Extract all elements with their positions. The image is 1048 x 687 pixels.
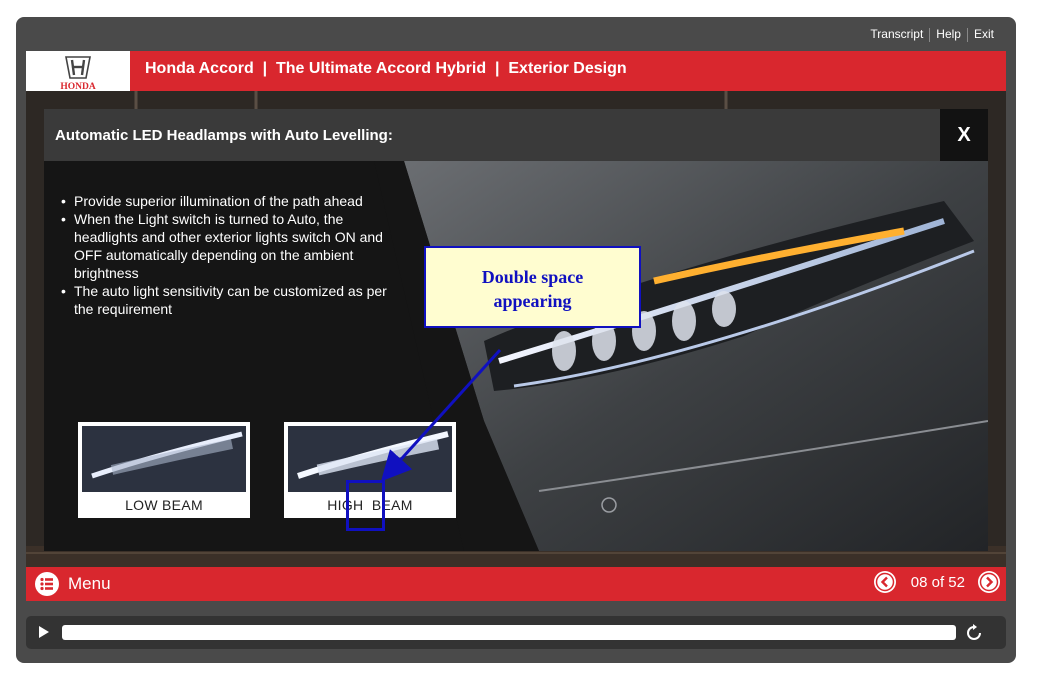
popup-titlebar: Automatic LED Headlamps with Auto Levell…: [44, 109, 988, 161]
annotation-text: Double space appearing: [426, 265, 639, 313]
slide-navigation: 08 of 52: [873, 571, 1000, 593]
info-popup: Automatic LED Headlamps with Auto Levell…: [44, 109, 988, 551]
menu-button[interactable]: Menu: [35, 572, 111, 596]
help-link[interactable]: Help: [930, 27, 967, 42]
replay-icon[interactable]: [965, 624, 983, 642]
next-icon: [979, 572, 999, 592]
next-button[interactable]: [978, 571, 1000, 593]
slide-stage: Automatic LED Headlamps with Auto Levell…: [26, 91, 1006, 567]
low-beam-label: LOW BEAM: [125, 497, 203, 513]
annotation-highlight-box: [346, 480, 385, 531]
annotation-callout: Double space appearing: [424, 246, 641, 328]
list-item: Provide superior illumination of the pat…: [61, 192, 406, 210]
course-player: Transcript Help Exit HONDA Honda Accord …: [16, 17, 1016, 663]
bottom-bar: Menu 08 of 52: [26, 567, 1006, 601]
menu-icon: [35, 572, 59, 596]
honda-logo: HONDA: [26, 51, 130, 91]
course-title: Honda Accord | The Ultimate Accord Hybri…: [145, 60, 627, 77]
play-icon[interactable]: [39, 626, 49, 638]
top-links: Transcript Help Exit: [864, 27, 1000, 42]
honda-wordmark: HONDA: [60, 82, 96, 91]
menu-label: Menu: [68, 574, 111, 593]
playback-controls: [26, 616, 1006, 649]
progress-bar[interactable]: [62, 625, 956, 640]
prev-icon: [875, 572, 895, 592]
annotation-line: Double space: [481, 267, 584, 287]
list-item: When the Light switch is turned to Auto,…: [61, 210, 406, 282]
low-beam-thumbnail[interactable]: LOW BEAM: [78, 422, 250, 518]
low-beam-image: [82, 426, 246, 492]
close-popup-button[interactable]: X: [940, 109, 988, 161]
honda-logo-icon: HONDA: [60, 56, 96, 91]
course-header: HONDA Honda Accord | The Ultimate Accord…: [26, 51, 1006, 91]
exit-link[interactable]: Exit: [968, 27, 1000, 42]
annotation-line: appearing: [493, 291, 572, 311]
page-counter: 08 of 52: [910, 573, 965, 591]
feature-bullets: Provide superior illumination of the pat…: [61, 192, 406, 318]
prev-button[interactable]: [873, 571, 896, 593]
popup-title: Automatic LED Headlamps with Auto Levell…: [55, 127, 393, 144]
list-item: The auto light sensitivity can be custom…: [61, 282, 406, 318]
transcript-link[interactable]: Transcript: [864, 27, 929, 42]
